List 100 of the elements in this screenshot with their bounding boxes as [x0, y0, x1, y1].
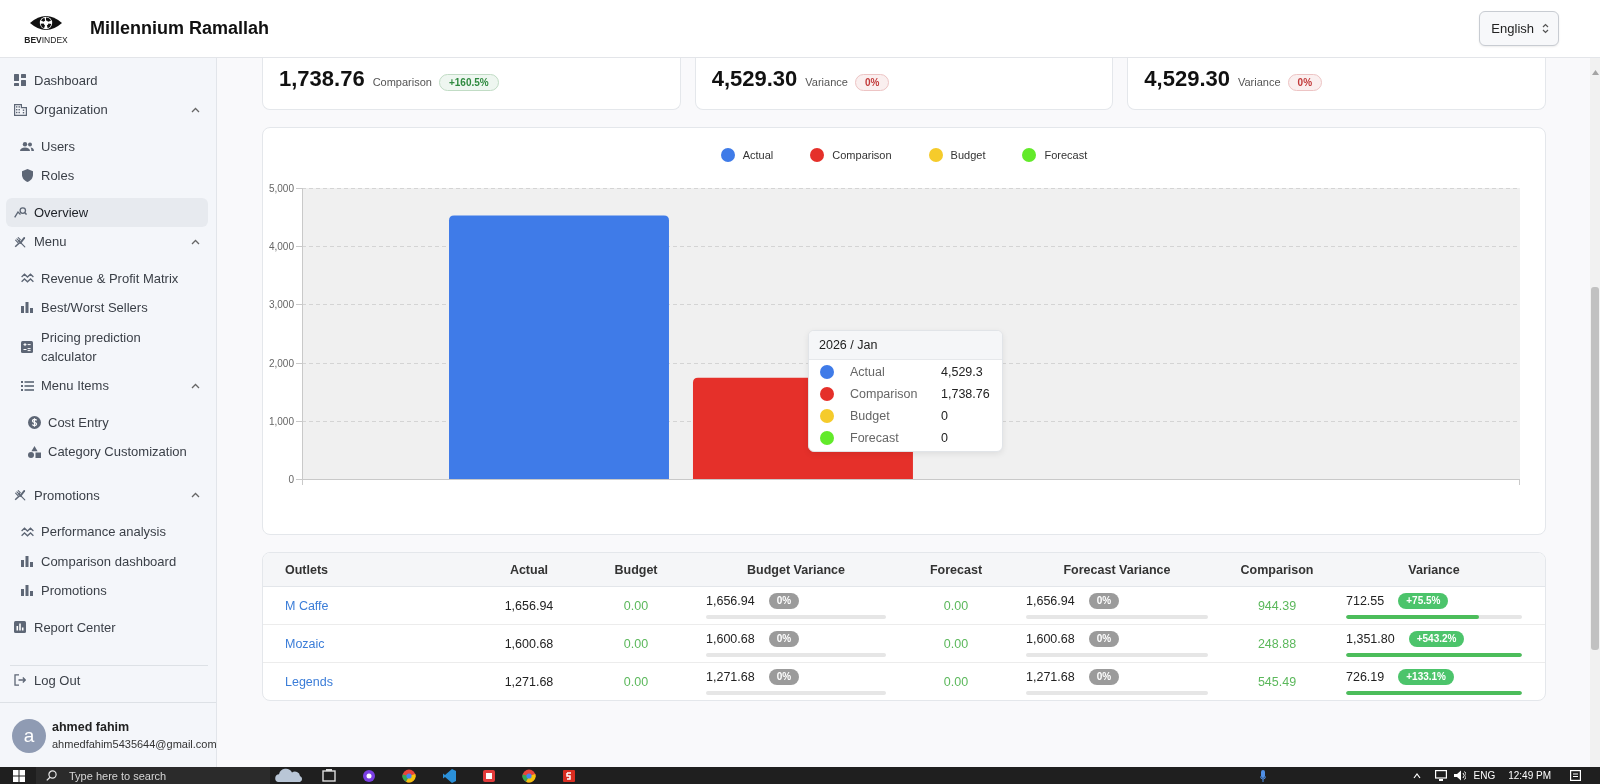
- sidebar-item[interactable]: Performance analysis: [6, 517, 208, 547]
- bar-chart-icon: [21, 302, 33, 314]
- keyboard-language[interactable]: ENG: [1473, 770, 1496, 781]
- table-cell: 944.39: [1231, 586, 1323, 625]
- building-icon: [13, 103, 27, 116]
- search-icon: [46, 770, 57, 781]
- sidebar-item[interactable]: Pricing prediction calculator: [6, 322, 208, 371]
- sidebar-item[interactable]: Category Customization: [6, 437, 208, 467]
- calculator-icon: [21, 340, 33, 353]
- app-title: Millennium Ramallah: [90, 18, 270, 39]
- chevron-up-icon[interactable]: [1412, 771, 1421, 780]
- column-header: Forecast: [909, 553, 1003, 587]
- column-header: Variance: [1323, 553, 1545, 587]
- sidebar-item[interactable]: Menu: [6, 227, 208, 257]
- language-select[interactable]: English: [1479, 11, 1559, 46]
- change-badge: +160.5%: [438, 74, 499, 91]
- table-cell: 0.00: [909, 586, 1003, 625]
- tooltip-value: 0: [941, 431, 948, 445]
- bar-chart-icon: [21, 555, 33, 567]
- percent-badge: +543.2%: [1408, 630, 1465, 647]
- sidebar-item[interactable]: Dashboard: [6, 65, 208, 95]
- axis-tick-label: 3,000: [268, 299, 294, 310]
- sidebar-item[interactable]: Roles: [6, 161, 208, 191]
- sidebar-item[interactable]: Menu Items: [6, 371, 208, 401]
- column-header: Actual: [469, 553, 589, 587]
- search-field[interactable]: Type here to search: [36, 767, 270, 784]
- table-cell: 0.00: [909, 624, 1003, 663]
- sidebar-item[interactable]: Users: [6, 131, 208, 161]
- sidebar-item[interactable]: Cost Entry: [6, 407, 208, 437]
- variance-value: 726.19: [1346, 669, 1385, 684]
- column-header: Outlets: [263, 553, 469, 587]
- axis-tick-label: 4,000: [268, 241, 294, 252]
- axis-tick-label: 5,000: [268, 183, 294, 194]
- app-icon[interactable]: [402, 768, 416, 783]
- tooltip-label: Actual: [850, 365, 886, 379]
- variance-value: 712.55: [1346, 593, 1385, 608]
- clock-time[interactable]: 12:49 PM: [1508, 770, 1551, 781]
- tooltip-value: 4,529.3: [941, 365, 983, 379]
- outlet-link[interactable]: Mozaic: [285, 636, 325, 651]
- notification-icon[interactable]: [1570, 770, 1581, 781]
- percent-badge: 0%: [768, 630, 800, 647]
- table-cell: 545.49: [1231, 662, 1323, 700]
- outlet-link[interactable]: M Caffe: [285, 598, 329, 613]
- list-icon: [20, 380, 34, 391]
- tooltip-label: Comparison: [850, 387, 919, 401]
- scrollbar-thumb[interactable]: [1591, 287, 1599, 650]
- percent-badge: 0%: [1088, 630, 1120, 647]
- percent-badge: +75.5%: [1398, 592, 1449, 609]
- axis-tick-label: 2,000: [268, 358, 294, 369]
- table-cell: 1,656.94: [469, 586, 589, 625]
- shield-icon: [21, 169, 33, 183]
- sidebar-item[interactable]: Promotions: [6, 480, 208, 510]
- updown-icon: [1542, 23, 1549, 34]
- app-icon[interactable]: [562, 768, 576, 783]
- sidebar-item[interactable]: Organization: [6, 95, 208, 125]
- dollar-icon: [27, 415, 41, 429]
- speaker-icon[interactable]: [1453, 770, 1466, 781]
- table-cell: 0.00: [589, 624, 683, 663]
- sidebar-item[interactable]: Overview: [6, 197, 208, 227]
- logout-item[interactable]: Log Out: [10, 665, 208, 695]
- legend-label: Comparison: [832, 149, 892, 161]
- table-cell: 1,600.68: [469, 624, 589, 663]
- users-icon: [20, 141, 34, 151]
- app-icon[interactable]: [362, 768, 376, 783]
- app-icon[interactable]: [522, 768, 536, 783]
- bar-chart-icon: [21, 585, 33, 597]
- monitor-icon[interactable]: [1434, 770, 1447, 781]
- table-cell: 0.00: [589, 586, 683, 625]
- percent-badge: 0%: [768, 592, 800, 609]
- variance-value: 1,271.68: [1026, 669, 1075, 684]
- column-header: Forecast Variance: [1003, 553, 1231, 587]
- percent-badge: +133.1%: [1398, 668, 1454, 685]
- sidebar-item[interactable]: Promotions: [6, 576, 208, 606]
- taskview-icon[interactable]: [322, 768, 336, 783]
- tooltip-value: 0: [941, 409, 948, 423]
- variance-value: 1,600.68: [1026, 631, 1075, 646]
- report-icon: [14, 621, 26, 634]
- column-header: Budget Variance: [683, 553, 909, 587]
- sidebar-item[interactable]: Revenue & Profit Matrix: [6, 263, 208, 293]
- microphone-icon[interactable]: [1259, 769, 1266, 782]
- axis-tick-label: 1,000: [268, 416, 294, 427]
- cloud-icon[interactable]: [274, 768, 304, 783]
- chart-search-icon: [13, 206, 27, 219]
- tooltip-label: Forecast: [850, 431, 900, 445]
- sidebar-item[interactable]: Best/Worst Sellers: [6, 293, 208, 323]
- shapes-icon: [27, 445, 41, 458]
- start-icon[interactable]: [13, 769, 25, 782]
- percent-badge: 0%: [1088, 592, 1120, 609]
- sidebar-item[interactable]: Comparison dashboard: [6, 546, 208, 576]
- sidebar-item[interactable]: Report Center: [6, 612, 208, 642]
- tooltip-value: 1,738.76: [941, 387, 990, 401]
- app-icon[interactable]: [482, 768, 496, 783]
- stat-value: 4,529.30: [1144, 66, 1230, 91]
- percent-badge: 0%: [768, 668, 800, 685]
- outlet-link[interactable]: Legends: [285, 674, 333, 689]
- variance-value: 1,600.68: [706, 631, 755, 646]
- variance-value: 1,656.94: [1026, 593, 1075, 608]
- table-cell: 1,271.68: [469, 662, 589, 700]
- fork-knife-icon: [14, 489, 26, 502]
- logout-icon: [14, 674, 26, 687]
